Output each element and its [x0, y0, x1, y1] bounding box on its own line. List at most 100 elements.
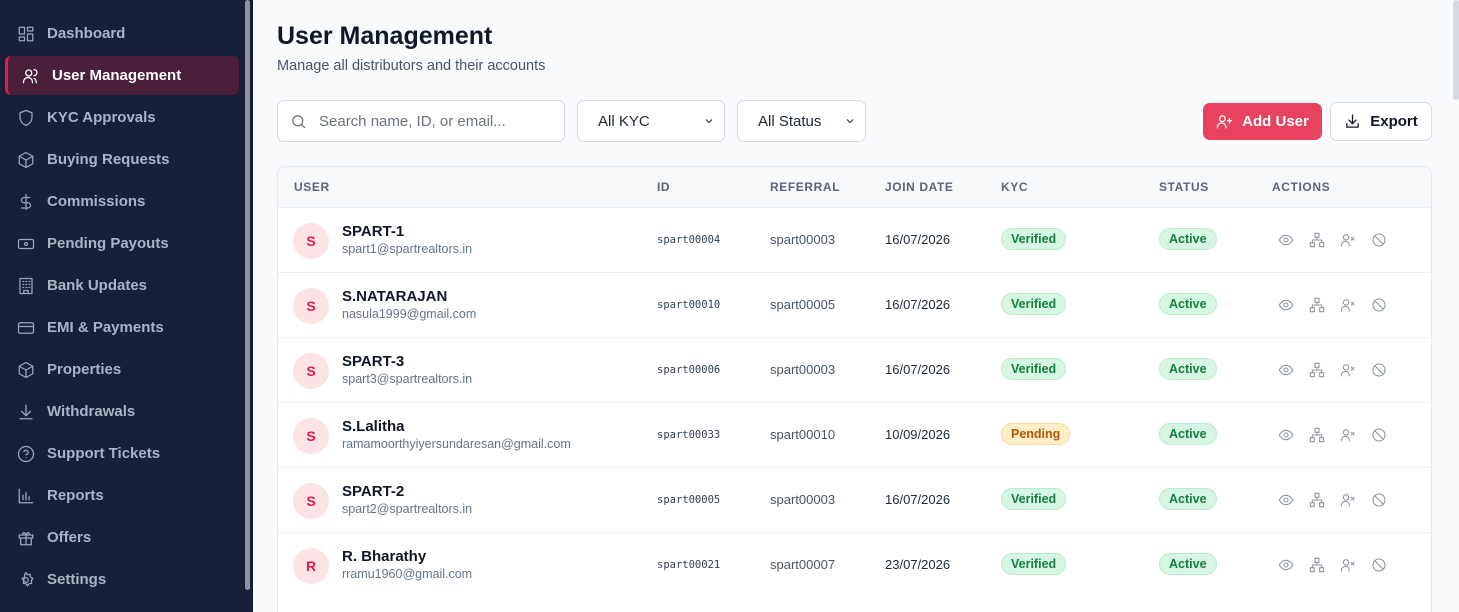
sidebar-item-pending-payouts[interactable]: Pending Payouts [5, 224, 239, 263]
table-header: USER ID REFERRAL JOIN DATE KYC STATUS AC… [278, 167, 1431, 207]
view-icon[interactable] [1277, 231, 1294, 248]
network-tree-icon[interactable] [1308, 556, 1325, 573]
sidebar-item-label: Buying Requests [47, 151, 170, 168]
referral-id: spart00003 [770, 362, 836, 377]
user-name: S.Lalitha [342, 418, 405, 435]
bar-chart-icon [17, 487, 35, 505]
dashboard-icon [17, 25, 35, 43]
block-icon[interactable] [1370, 426, 1387, 443]
status-badge: Active [1159, 293, 1217, 315]
join-date: 10/09/2026 [885, 427, 951, 442]
kyc-badge: Pending [1001, 423, 1071, 445]
avatar: S [293, 353, 329, 389]
avatar: S [293, 223, 329, 259]
user-remove-icon[interactable] [1339, 361, 1356, 378]
status-filter-select[interactable]: All Status [737, 100, 866, 142]
user-id: spart00033 [657, 429, 721, 441]
add-user-button[interactable]: Add User [1203, 103, 1322, 140]
network-tree-icon[interactable] [1308, 231, 1325, 248]
sidebar-item-label: Properties [47, 361, 122, 378]
sidebar-item-commissions[interactable]: Commissions [5, 182, 239, 221]
sidebar-scrollbar[interactable] [245, 0, 250, 590]
user-name: S.NATARAJAN [342, 288, 448, 305]
export-label: Export [1370, 113, 1418, 130]
chevron-down-icon [705, 119, 713, 124]
sidebar-item-offers[interactable]: Offers [5, 518, 239, 557]
user-remove-icon[interactable] [1339, 556, 1356, 573]
status-filter-value: All Status [758, 112, 822, 130]
sidebar-item-label: Support Tickets [47, 445, 161, 462]
network-tree-icon[interactable] [1308, 296, 1325, 313]
table-row[interactable]: S SPART-3 spart3@spartrealtors.in spart0000… [278, 337, 1431, 402]
page-title: User Management [277, 22, 493, 50]
user-remove-icon[interactable] [1339, 231, 1356, 248]
sidebar-item-bank-updates[interactable]: Bank Updates [5, 266, 239, 305]
block-icon[interactable] [1370, 491, 1387, 508]
sidebar-item-user-management[interactable]: User Management [5, 56, 239, 95]
sidebar-item-dashboard[interactable]: Dashboard [5, 14, 239, 53]
search-icon [292, 114, 306, 128]
user-remove-icon[interactable] [1339, 491, 1356, 508]
table-row[interactable]: S S.Lalitha ramamoorthyiyersundaresan@gmai… [278, 402, 1431, 467]
block-icon[interactable] [1370, 556, 1387, 573]
users-table: USER ID REFERRAL JOIN DATE KYC STATUS AC… [277, 166, 1432, 612]
sidebar-item-label: User Management [52, 67, 182, 84]
user-email: nasula1999@gmail.com [342, 307, 477, 321]
sidebar-item-label: Settings [47, 571, 107, 588]
network-tree-icon[interactable] [1308, 491, 1325, 508]
sidebar-item-settings[interactable]: Settings [5, 560, 239, 599]
view-icon[interactable] [1277, 296, 1294, 313]
sidebar-item-label: Reports [47, 487, 104, 504]
table-row[interactable]: S SPART-2 spart2@spartrealtors.in spart0000… [278, 467, 1431, 532]
gift-icon [17, 529, 35, 547]
box-icon [17, 361, 35, 379]
user-remove-icon[interactable] [1339, 426, 1356, 443]
sidebar-item-kyc-approvals[interactable]: KYC Approvals [5, 98, 239, 137]
table-row[interactable]: S S.NATARAJAN nasula1999@gmail.com spart000… [278, 272, 1431, 337]
status-badge: Active [1159, 358, 1217, 380]
help-circle-icon [17, 445, 35, 463]
sidebar-item-withdrawals[interactable]: Withdrawals [5, 392, 239, 431]
avatar: S [293, 483, 329, 519]
kyc-badge: Verified [1001, 553, 1067, 575]
search-input[interactable] [319, 112, 559, 130]
user-id: spart00004 [657, 234, 721, 246]
download-icon [1346, 114, 1360, 128]
referral-id: spart00010 [770, 427, 836, 442]
view-icon[interactable] [1277, 491, 1294, 508]
join-date: 16/07/2026 [885, 492, 951, 507]
page-scrollbar[interactable] [1453, 0, 1459, 100]
users-icon [22, 67, 40, 85]
avatar: R [293, 548, 329, 584]
export-button[interactable]: Export [1330, 102, 1432, 141]
block-icon[interactable] [1370, 296, 1387, 313]
building-icon [17, 277, 35, 295]
user-remove-icon[interactable] [1339, 296, 1356, 313]
add-user-label: Add User [1242, 113, 1309, 130]
search-box[interactable] [277, 100, 565, 142]
kyc-badge: Verified [1001, 488, 1067, 510]
table-row[interactable]: S SPART-1 spart1@spartrealtors.in spart0000… [278, 207, 1431, 272]
sidebar-item-label: Commissions [47, 193, 146, 210]
view-icon[interactable] [1277, 426, 1294, 443]
column-header-join-date: JOIN DATE [885, 180, 954, 194]
sidebar-item-support-tickets[interactable]: Support Tickets [5, 434, 239, 473]
download-icon [17, 403, 35, 421]
view-icon[interactable] [1277, 361, 1294, 378]
kyc-badge: Verified [1001, 228, 1067, 250]
kyc-filter-select[interactable]: All KYC [577, 100, 725, 142]
user-id: spart00005 [657, 494, 721, 506]
status-badge: Active [1159, 423, 1217, 445]
table-row[interactable]: R R. Bharathy rramu1960@gmail.com spart0002… [278, 532, 1431, 597]
sidebar-item-properties[interactable]: Properties [5, 350, 239, 389]
column-header-id: ID [657, 180, 671, 194]
join-date: 16/07/2026 [885, 297, 951, 312]
network-tree-icon[interactable] [1308, 426, 1325, 443]
sidebar-item-emi-payments[interactable]: EMI & Payments [5, 308, 239, 347]
sidebar-item-buying-requests[interactable]: Buying Requests [5, 140, 239, 179]
block-icon[interactable] [1370, 231, 1387, 248]
network-tree-icon[interactable] [1308, 361, 1325, 378]
block-icon[interactable] [1370, 361, 1387, 378]
sidebar-item-reports[interactable]: Reports [5, 476, 239, 515]
view-icon[interactable] [1277, 556, 1294, 573]
